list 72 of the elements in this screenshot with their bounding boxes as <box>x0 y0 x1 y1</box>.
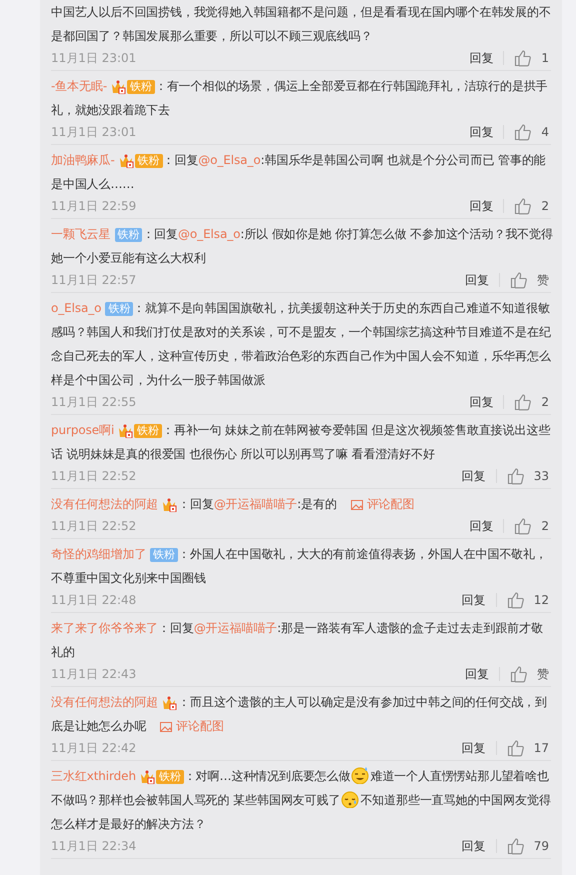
fan-badge: 铁粉 <box>134 154 163 168</box>
reply-link[interactable]: 回复 <box>462 838 486 854</box>
thumbs-up-icon <box>514 196 532 216</box>
timestamp: 11月1日 22:43 <box>51 666 136 682</box>
smiley-icon <box>341 790 360 808</box>
timestamp: 11月1日 22:48 <box>51 592 136 608</box>
reply-link[interactable]: 回复 <box>462 592 486 608</box>
thumbs-up-icon <box>514 122 532 142</box>
comment-text: 中国艺人以后不回国捞钱，我觉得她入韩国籍都不是问题，但是看看现在国内哪个在韩发展的不是都回国了？韩国发展那么重要，所以可以不顾三观底线吗？ <box>51 4 552 45</box>
comment-text: purpose啊i 铁粉 ：再补一句 妹妹之前在韩网被夸爱韩国 但是这次视频签售敢直接说出这些话 说明妹妹是真的很爱国 也很伤心 所以可以别再骂了嘛 看看澄清好不好 <box>51 422 552 463</box>
reply-link[interactable]: 回复 <box>469 50 494 66</box>
thumbs-up-icon <box>506 836 525 856</box>
thumbs-up-icon <box>510 664 528 684</box>
fan-badge: 铁粉 <box>114 228 142 242</box>
reply-link[interactable]: 回复 <box>469 124 494 140</box>
fan-badge: 铁粉 <box>127 80 155 94</box>
crown-icon <box>162 497 178 512</box>
thumbs-up-icon <box>506 738 525 758</box>
reply-link[interactable]: 回复 <box>462 740 486 756</box>
thumbs-up-icon <box>506 590 525 610</box>
image-icon <box>350 498 363 511</box>
fan-badge: 铁粉 <box>150 548 178 562</box>
comment-text: 没有任何想法的阿超 ：回复@开运福喵喵子:是有的 评论配图 <box>51 496 416 514</box>
crown-icon <box>118 153 134 168</box>
crown-icon <box>140 769 155 784</box>
timestamp: 11月1日 23:01 <box>51 124 136 140</box>
thumbs-up-icon <box>514 392 532 412</box>
like-button[interactable]: 17 <box>506 738 551 758</box>
reply-link[interactable]: 回复 <box>469 198 494 214</box>
reply-link[interactable]: 回复 <box>469 518 494 534</box>
timestamp: 11月1日 22:52 <box>51 468 136 484</box>
like-button[interactable]: 1 <box>514 48 551 68</box>
fan-badge: 铁粉 <box>105 302 134 316</box>
comment-text: 一颗飞云星 铁粉 ：回复@o_Elsa_o:所以 假如你是她 你打算怎么做 不参加这个活动？我不觉得她一个小爱豆能有这么大权利 <box>51 226 553 267</box>
like-button[interactable]: 2 <box>514 392 551 412</box>
image-icon <box>160 720 172 733</box>
fan-badge: 铁粉 <box>134 424 162 438</box>
timestamp: 11月1日 23:01 <box>51 50 136 66</box>
fan-badge: 铁粉 <box>156 770 184 784</box>
reply-link[interactable]: 回复 <box>462 468 486 484</box>
crown-icon <box>162 695 178 710</box>
timestamp: 11月1日 22:42 <box>51 740 136 756</box>
reply-link[interactable]: 回复 <box>469 394 494 410</box>
comment-text: 来了来了你爷爷来了：回复@开运福喵喵子:那是一路装有军人遗骸的盒子走过去走到跟前才敬礼的 <box>51 620 544 661</box>
timestamp: 11月1日 22:59 <box>51 198 136 214</box>
timestamp: 11月1日 22:34 <box>51 838 136 854</box>
comment-text: 加油鸭麻瓜- 铁粉 ：回复@o_Elsa_o:韩国乐华是韩国公司啊 也就是个分公司而已 管事的能是中国人么…… <box>51 152 547 193</box>
like-button[interactable]: 赞 <box>510 270 551 290</box>
like-button[interactable]: 赞 <box>510 664 551 684</box>
thumbs-up-icon <box>514 516 532 536</box>
timestamp: 11月1日 22:52 <box>51 518 136 534</box>
comment-text: 三水红xthirdeh 铁粉 ：对啊…这种情况到底要怎么做 难道一个人直愣愣站那儿望着啥也不做吗？那样也会被韩国人骂死的 某些韩国网友可贱了 不知道那些一直骂她的中国网友觉得怎么样才是最好的解决方法？ <box>51 764 553 836</box>
like-button[interactable]: 2 <box>514 516 551 536</box>
reply-link[interactable]: 回复 <box>465 272 489 288</box>
like-button[interactable]: 79 <box>506 836 551 856</box>
thumbs-up-icon <box>514 48 532 68</box>
comment-text: o_Elsa_o 铁粉 ：就算不是向韩国国旗敬礼，抗美援朝这种关于历史的东西自己难道不知道很敏感吗？韩国人和我们打仗是敌对的关系诶，可不是盟友，一个韩国综艺搞这种节目难道不是在纪念自己死去的军人，这种宣传历史，带着政治色彩的东西自己作为中国人会不知道，乐华再怎么样是个中国公司，为什么一股子韩国做派 <box>51 300 552 389</box>
timestamp: 11月1日 22:57 <box>51 272 136 288</box>
comment-text: 没有任何想法的阿超 ：而且这个遗骸的主人可以确定是没有参加过中韩之间的任何交战，到底是让她怎么办呢 评论配图 <box>51 694 548 735</box>
crown-icon <box>111 79 126 94</box>
like-button[interactable]: 12 <box>506 590 551 610</box>
like-button[interactable]: 4 <box>514 122 551 142</box>
reply-link[interactable]: 回复 <box>465 666 489 682</box>
smiley-icon <box>351 766 370 784</box>
thumbs-up-icon <box>510 270 528 290</box>
like-button[interactable]: 33 <box>506 466 551 486</box>
like-button[interactable]: 2 <box>514 196 551 216</box>
comment-text: -鱼本无眠- 铁粉 ：有一个相似的场景，偶运上全部爱豆都在行韩国跪拜礼，洁琼行的是拱手礼，就她没跟着跪下去 <box>51 78 549 119</box>
thumbs-up-icon <box>506 466 525 486</box>
timestamp: 11月1日 22:55 <box>51 394 136 410</box>
comment-text: 奇怪的鸡细增加了 铁粉 ：外国人在中国敬礼，大大的有前途值得表扬，外国人在中国不敬礼，不尊重中国文化别来中国圈钱 <box>51 546 548 587</box>
crown-icon <box>118 423 134 438</box>
